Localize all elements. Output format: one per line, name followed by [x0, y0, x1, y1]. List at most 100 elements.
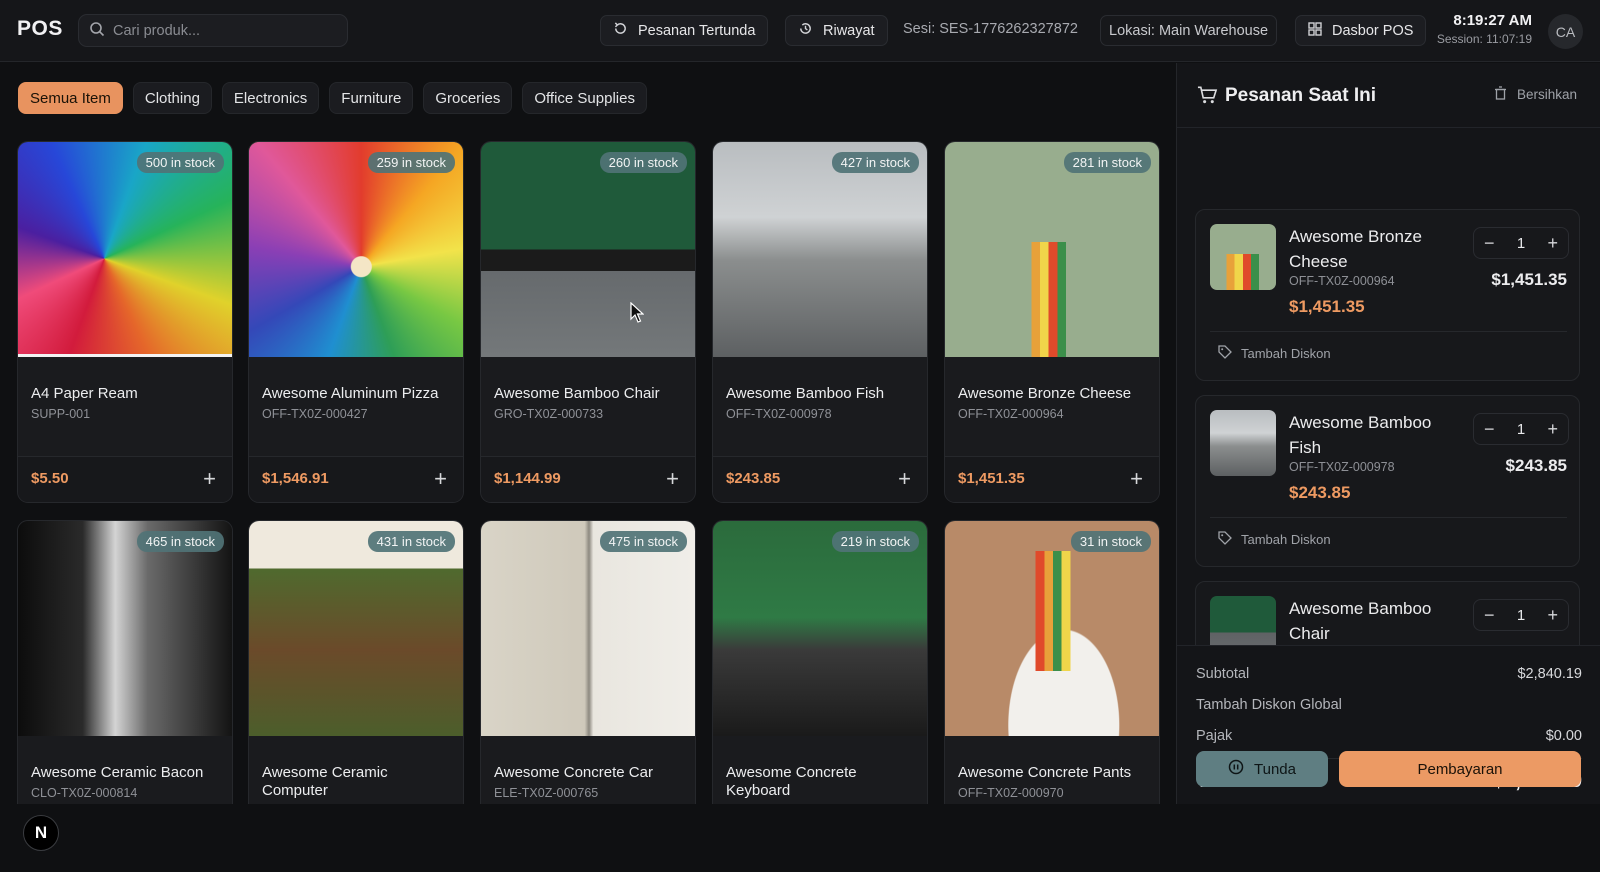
- add-to-order-button[interactable]: +: [203, 466, 216, 492]
- increase-quantity-button[interactable]: +: [1547, 233, 1558, 254]
- user-avatar[interactable]: CA: [1548, 14, 1583, 49]
- decrease-quantity-button[interactable]: −: [1484, 233, 1495, 254]
- product-name: Awesome Bamboo Fish: [726, 385, 885, 402]
- order-item: Awesome Bamboo Fish OFF-TX0Z-000978 $243…: [1195, 395, 1580, 567]
- product-price: $1,451.35: [958, 470, 1025, 487]
- product-footer: $1,451.35 +: [945, 456, 1159, 502]
- tax-label: Pajak: [1196, 728, 1233, 744]
- product-name: Awesome Bamboo Chair: [494, 385, 660, 402]
- location-label: Lokasi: Main Warehouse: [1109, 22, 1269, 39]
- product-image: [249, 521, 463, 736]
- dashboard-grid-icon: [1308, 21, 1322, 40]
- order-item-thumbnail: [1210, 224, 1276, 290]
- product-footer: $243.85 +: [713, 456, 927, 502]
- search-icon: [89, 21, 105, 40]
- subtotal-row: Subtotal $2,840.19: [1196, 666, 1582, 682]
- category-tab-groceries[interactable]: Groceries: [423, 82, 513, 114]
- search-input[interactable]: [113, 22, 333, 39]
- payment-button[interactable]: Pembayaran: [1339, 751, 1581, 787]
- category-tab-clothing[interactable]: Clothing: [132, 82, 212, 114]
- add-to-order-button[interactable]: +: [666, 466, 679, 492]
- product-card[interactable]: 281 in stock Awesome Bronze Cheese OFF-T…: [944, 141, 1160, 503]
- product-name: A4 Paper Ream: [31, 385, 138, 402]
- category-tab-office-supplies[interactable]: Office Supplies: [522, 82, 647, 114]
- product-card[interactable]: 500 in stock A4 Paper Ream SUPP-001 $5.5…: [17, 141, 233, 503]
- product-price: $1,144.99: [494, 470, 561, 487]
- add-discount-button[interactable]: Tambah Diskon: [1218, 345, 1331, 362]
- tag-icon: [1218, 531, 1232, 548]
- stock-badge: 465 in stock: [136, 531, 224, 552]
- add-to-order-button[interactable]: +: [898, 466, 911, 492]
- add-discount-label: Tambah Diskon: [1241, 532, 1331, 547]
- order-item-sku: OFF-TX0Z-000978: [1289, 460, 1395, 474]
- clock: 8:19:27 AM Session: 11:07:19: [1430, 12, 1532, 46]
- product-image: [249, 142, 463, 357]
- category-tab-furniture[interactable]: Furniture: [329, 82, 414, 114]
- product-card[interactable]: 31 in stock Awesome Concrete Pants OFF-T…: [944, 520, 1160, 804]
- product-sku: OFF-TX0Z-000427: [262, 407, 368, 421]
- add-to-order-button[interactable]: +: [434, 466, 447, 492]
- history-label: Riwayat: [823, 22, 875, 39]
- order-item: Awesome Bronze Cheese OFF-TX0Z-000964 $1…: [1195, 209, 1580, 381]
- product-name: Awesome Ceramic Computer: [262, 764, 388, 799]
- quantity-stepper: − 1 +: [1473, 227, 1569, 259]
- product-sku: SUPP-001: [31, 407, 91, 421]
- subtotal-value: $2,840.19: [1517, 666, 1582, 682]
- tax-row: Pajak $0.00: [1196, 728, 1582, 744]
- pause-icon: [1228, 759, 1244, 779]
- product-price: $5.50: [31, 470, 69, 487]
- product-sku: OFF-TX0Z-000978: [726, 407, 832, 421]
- subtotal-label: Subtotal: [1196, 666, 1250, 682]
- framework-badge-icon[interactable]: N: [23, 815, 59, 851]
- dashboard-button[interactable]: Dasbor POS: [1295, 15, 1427, 46]
- session-id: Sesi: SES-1776262327872: [903, 21, 1078, 37]
- product-card[interactable]: 475 in stock Awesome Concrete Car ELE-TX…: [480, 520, 696, 804]
- stock-badge: 31 in stock: [1070, 531, 1151, 552]
- decrease-quantity-button[interactable]: −: [1484, 419, 1495, 440]
- pending-orders-button[interactable]: Pesanan Tertunda: [600, 15, 769, 46]
- location-selector[interactable]: Lokasi: Main Warehouse: [1100, 15, 1278, 46]
- product-card[interactable]: 219 in stock Awesome Concrete Keyboard: [712, 520, 928, 804]
- product-card[interactable]: 465 in stock Awesome Ceramic Bacon CLO-T…: [17, 520, 233, 804]
- order-item-name: Awesome Bamboo Chair: [1289, 599, 1432, 643]
- clear-order-button[interactable]: Bersihkan: [1494, 86, 1577, 103]
- search-box[interactable]: [78, 14, 348, 47]
- product-sku: OFF-TX0Z-000970: [958, 786, 1064, 800]
- global-discount-label[interactable]: Tambah Diskon Global: [1196, 697, 1342, 713]
- order-item-price: $1,451.35: [1289, 297, 1365, 316]
- category-tab-electronics[interactable]: Electronics: [221, 82, 320, 114]
- add-discount-button[interactable]: Tambah Diskon: [1218, 531, 1331, 548]
- app-brand: POS: [17, 17, 63, 40]
- stock-badge: 431 in stock: [367, 531, 455, 552]
- global-discount-row[interactable]: Tambah Diskon Global: [1196, 697, 1582, 713]
- order-items-list: Awesome Bronze Cheese OFF-TX0Z-000964 $1…: [1177, 129, 1600, 645]
- order-item-total: $243.85: [1505, 456, 1567, 475]
- product-card[interactable]: 427 in stock Awesome Bamboo Fish OFF-TX0…: [712, 141, 928, 503]
- divider: [1210, 517, 1567, 518]
- stock-badge: 259 in stock: [367, 152, 455, 173]
- product-name: Awesome Bronze Cheese: [958, 385, 1132, 402]
- product-name: Awesome Concrete Car: [494, 764, 653, 781]
- add-to-order-button[interactable]: +: [1130, 466, 1143, 492]
- category-tab-all[interactable]: Semua Item: [18, 82, 123, 114]
- hold-order-button[interactable]: Tunda: [1196, 751, 1328, 787]
- product-image: [945, 521, 1159, 736]
- product-image: [481, 521, 695, 736]
- category-tabs: Semua Item Clothing Electronics Furnitur…: [18, 82, 647, 114]
- product-card[interactable]: 260 in stock Awesome Bamboo Chair GRO-TX…: [480, 141, 696, 503]
- decrease-quantity-button[interactable]: −: [1484, 605, 1495, 626]
- refresh-icon: [613, 21, 628, 40]
- product-name: Awesome Aluminum Pizza: [262, 385, 439, 402]
- quantity-value: 1: [1516, 420, 1526, 438]
- order-item-total: $1,451.35: [1491, 270, 1567, 289]
- tax-value: $0.00: [1545, 728, 1582, 744]
- product-card[interactable]: 431 in stock Awesome Ceramic Computer: [248, 520, 464, 804]
- increase-quantity-button[interactable]: +: [1547, 419, 1558, 440]
- session-timer: Session: 11:07:19: [1436, 32, 1532, 46]
- quantity-stepper: − 1 +: [1473, 413, 1569, 445]
- quantity-value: 1: [1516, 606, 1526, 624]
- increase-quantity-button[interactable]: +: [1547, 605, 1558, 626]
- history-button[interactable]: Riwayat: [785, 15, 888, 46]
- product-card[interactable]: 259 in stock Awesome Aluminum Pizza OFF-…: [248, 141, 464, 503]
- product-image: [713, 521, 927, 736]
